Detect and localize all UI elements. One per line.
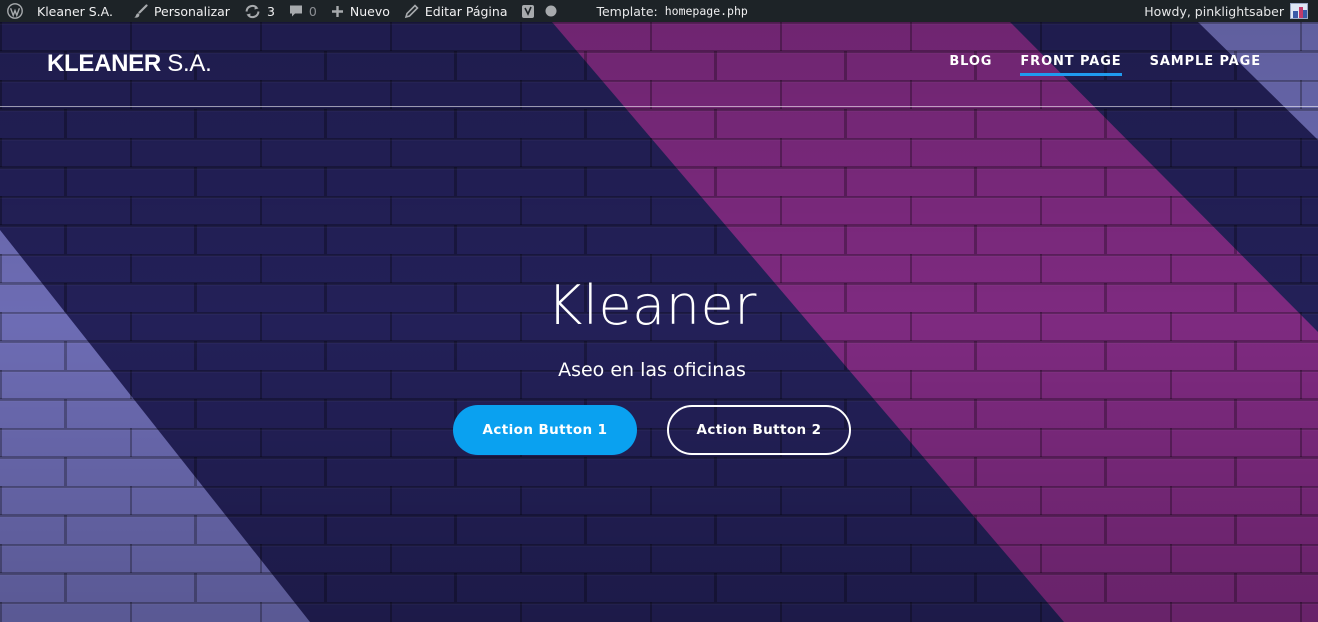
hero-section: KLEANER S.A. BLOG FRONT PAGE SAMPLE PAGE… bbox=[0, 22, 1318, 622]
wordpress-logo-icon bbox=[7, 3, 23, 19]
customize-link[interactable]: Personalizar bbox=[126, 0, 237, 22]
yoast-seo-icon bbox=[522, 4, 535, 18]
admin-bar: Kleaner S.A. Personalizar 3 0 Nuevo Edit… bbox=[0, 0, 1318, 22]
my-account-menu[interactable]: Howdy, pinklightsaber bbox=[1144, 0, 1318, 22]
howdy-label: Howdy, pinklightsaber bbox=[1144, 3, 1284, 19]
comment-icon bbox=[289, 5, 302, 17]
nav-item-sample-page[interactable]: SAMPLE PAGE bbox=[1150, 54, 1261, 76]
site-title-bold: KLEANER bbox=[47, 50, 161, 77]
nav-item-blog[interactable]: BLOG bbox=[949, 54, 992, 76]
site-name-menu[interactable]: Kleaner S.A. bbox=[30, 0, 120, 22]
pencil-icon bbox=[404, 3, 419, 18]
template-info: Template: homepage.php bbox=[596, 4, 747, 19]
template-label: Template: bbox=[596, 3, 658, 19]
plus-icon bbox=[331, 5, 343, 17]
action-button-1[interactable]: Action Button 1 bbox=[453, 405, 637, 455]
avatar bbox=[1290, 3, 1308, 19]
site-header: KLEANER S.A. BLOG FRONT PAGE SAMPLE PAGE bbox=[0, 22, 1318, 107]
comments-link[interactable]: 0 bbox=[282, 0, 324, 22]
comments-count: 0 bbox=[308, 3, 317, 19]
header-divider bbox=[0, 106, 1318, 107]
new-label: Nuevo bbox=[349, 3, 390, 19]
site-name-label: Kleaner S.A. bbox=[37, 3, 113, 19]
updates-count: 3 bbox=[266, 3, 275, 19]
site-title-light: S.A. bbox=[167, 50, 212, 77]
paintbrush-icon bbox=[134, 3, 148, 18]
customize-label: Personalizar bbox=[153, 3, 230, 19]
updates-icon bbox=[245, 4, 260, 18]
nav-item-front-page[interactable]: FRONT PAGE bbox=[1020, 54, 1122, 76]
action-button-2[interactable]: Action Button 2 bbox=[667, 405, 851, 455]
seo-menu[interactable] bbox=[514, 0, 564, 22]
site-title-link[interactable]: KLEANER S.A. bbox=[47, 50, 212, 78]
updates-link[interactable]: 3 bbox=[237, 0, 282, 22]
template-filename: homepage.php bbox=[664, 4, 748, 18]
wordpress-menu[interactable] bbox=[0, 0, 30, 22]
hero-subtitle: Aseo en las oficinas bbox=[558, 359, 746, 381]
primary-nav: BLOG FRONT PAGE SAMPLE PAGE bbox=[921, 54, 1261, 76]
edit-page-link[interactable]: Editar Página bbox=[397, 0, 515, 22]
edit-page-label: Editar Página bbox=[424, 3, 508, 19]
hero-title: Kleaner bbox=[547, 274, 757, 337]
new-content-menu[interactable]: Nuevo bbox=[324, 0, 397, 22]
seo-status-dot-icon bbox=[545, 5, 557, 17]
